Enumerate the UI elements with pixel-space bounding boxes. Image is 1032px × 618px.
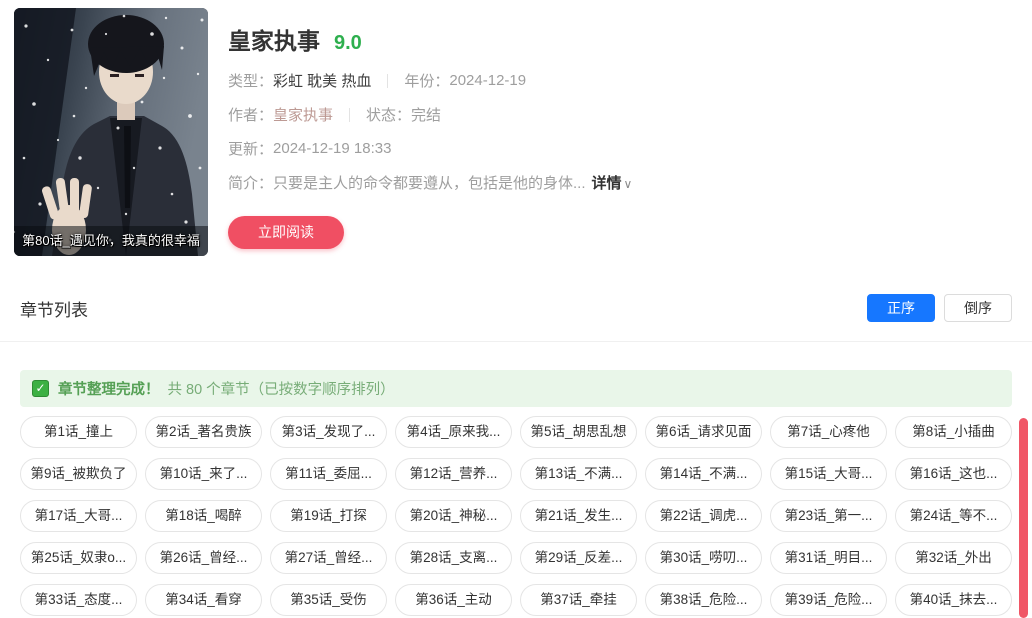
- chapter-item[interactable]: 第37话_牵挂: [520, 584, 637, 616]
- chapter-item[interactable]: 第12话_营养...: [395, 458, 512, 490]
- chapter-item[interactable]: 第35话_受伤: [270, 584, 387, 616]
- comic-info: 皇家执事 9.0 类型： 彩虹 耽美 热血 年份： 2024-12-19 作者：…: [228, 8, 632, 256]
- year-label: 年份：: [404, 70, 449, 91]
- chapter-grid: 第1话_撞上第2话_著名贵族第3话_发现了...第4话_原来我...第5话_胡思…: [20, 416, 1012, 616]
- intro-label: 简介：: [228, 172, 273, 193]
- chapter-item[interactable]: 第17话_大哥...: [20, 500, 137, 532]
- cover-art: [14, 8, 208, 256]
- chapter-item[interactable]: 第40话_抹去...: [895, 584, 1012, 616]
- chapter-item[interactable]: 第30话_唠叨...: [645, 542, 762, 574]
- status-label: 状态：: [366, 104, 411, 125]
- type-label: 类型：: [228, 70, 273, 91]
- chapter-item[interactable]: 第14话_不满...: [645, 458, 762, 490]
- chapter-item[interactable]: 第7话_心疼他: [770, 416, 887, 448]
- chapter-item[interactable]: 第6话_请求见面: [645, 416, 762, 448]
- chapter-item[interactable]: 第5话_胡思乱想: [520, 416, 637, 448]
- chapter-item[interactable]: 第34话_看穿: [145, 584, 262, 616]
- chapter-item[interactable]: 第24话_等不...: [895, 500, 1012, 532]
- chapter-item[interactable]: 第23话_第一...: [770, 500, 887, 532]
- detail-toggle-label: 详情: [592, 175, 622, 192]
- cover-latest-chapter-caption: 第80话_遇见你，我真的很幸福: [14, 226, 208, 256]
- chapter-item[interactable]: 第15话_大哥...: [770, 458, 887, 490]
- chapter-item[interactable]: 第1话_撞上: [20, 416, 137, 448]
- chapter-item[interactable]: 第39话_危险...: [770, 584, 887, 616]
- meta-row-update: 更新： 2024-12-19 18:33: [228, 138, 632, 159]
- chapter-scrollbar-thumb[interactable]: [1019, 418, 1028, 618]
- chapter-item[interactable]: 第19话_打探: [270, 500, 387, 532]
- meta-row-intro: 简介： 只要是主人的命令都要遵从，包括是他的身体... 详情∨: [228, 172, 632, 193]
- chapter-item[interactable]: 第27话_曾经...: [270, 542, 387, 574]
- chapter-item[interactable]: 第16话_这也...: [895, 458, 1012, 490]
- author-label: 作者：: [228, 104, 273, 125]
- sort-descending-button[interactable]: 倒序: [944, 294, 1012, 322]
- chapter-item[interactable]: 第2话_著名贵族: [145, 416, 262, 448]
- comic-title: 皇家执事: [228, 22, 320, 56]
- banner-title: 章节整理完成！: [58, 378, 160, 399]
- status-value: 完结: [411, 104, 441, 125]
- chapter-item[interactable]: 第4话_原来我...: [395, 416, 512, 448]
- chapter-item[interactable]: 第29话_反差...: [520, 542, 637, 574]
- comic-summary-section: 第80话_遇见你，我真的很幸福 皇家执事 9.0 类型： 彩虹 耽美 热血 年份…: [0, 0, 1032, 256]
- chapter-item[interactable]: 第10话_来了...: [145, 458, 262, 490]
- chapter-item[interactable]: 第32话_外出: [895, 542, 1012, 574]
- chapter-item[interactable]: 第8话_小插曲: [895, 416, 1012, 448]
- chapter-item[interactable]: 第9话_被欺负了: [20, 458, 137, 490]
- cover-image[interactable]: 第80话_遇见你，我真的很幸福: [14, 8, 208, 256]
- sort-ascending-button[interactable]: 正序: [867, 294, 935, 322]
- sort-buttons: 正序 倒序: [867, 294, 1012, 322]
- chapter-item[interactable]: 第31话_明目...: [770, 542, 887, 574]
- meta-row-author-status: 作者： 皇家执事 状态： 完结: [228, 104, 632, 125]
- chapter-item[interactable]: 第21话_发生...: [520, 500, 637, 532]
- chapter-item[interactable]: 第38话_危险...: [645, 584, 762, 616]
- detail-toggle[interactable]: 详情∨: [592, 172, 633, 193]
- check-icon: ✓: [32, 380, 49, 397]
- update-value: 2024-12-19 18:33: [273, 140, 391, 157]
- update-label: 更新：: [228, 138, 273, 159]
- chapter-item[interactable]: 第25话_奴隶o...: [20, 542, 137, 574]
- chapter-item[interactable]: 第11话_委屈...: [270, 458, 387, 490]
- year-value: 2024-12-19: [449, 72, 526, 89]
- comic-detail-page: 第80话_遇见你，我真的很幸福 皇家执事 9.0 类型： 彩虹 耽美 热血 年份…: [0, 0, 1032, 618]
- chapters-sorted-banner: ✓ 章节整理完成！ 共 80 个章节（已按数字顺序排列）: [20, 370, 1012, 407]
- chapter-item[interactable]: 第20话_神秘...: [395, 500, 512, 532]
- chapter-list-heading: 章节列表: [20, 296, 88, 321]
- chevron-down-icon: ∨: [624, 177, 633, 191]
- rating-score: 9.0: [334, 32, 362, 55]
- meta-row-type-year: 类型： 彩虹 耽美 热血 年份： 2024-12-19: [228, 70, 632, 91]
- type-tags[interactable]: 彩虹 耽美 热血: [273, 70, 371, 91]
- author-link[interactable]: 皇家执事: [273, 104, 333, 125]
- divider: [387, 74, 388, 88]
- chapter-item[interactable]: 第3话_发现了...: [270, 416, 387, 448]
- intro-text: 只要是主人的命令都要遵从，包括是他的身体...: [273, 172, 586, 193]
- chapter-item[interactable]: 第13话_不满...: [520, 458, 637, 490]
- chapter-item[interactable]: 第26话_曾经...: [145, 542, 262, 574]
- banner-detail: 共 80 个章节（已按数字顺序排列）: [168, 378, 395, 399]
- chapter-item[interactable]: 第18话_喝醉: [145, 500, 262, 532]
- read-now-button[interactable]: 立即阅读: [228, 216, 344, 249]
- chapter-list-header: 章节列表 正序 倒序: [0, 294, 1032, 342]
- divider: [349, 108, 350, 122]
- chapter-item[interactable]: 第36话_主动: [395, 584, 512, 616]
- chapter-item[interactable]: 第28话_支离...: [395, 542, 512, 574]
- chapter-item[interactable]: 第33话_态度...: [20, 584, 137, 616]
- chapter-item[interactable]: 第22话_调虎...: [645, 500, 762, 532]
